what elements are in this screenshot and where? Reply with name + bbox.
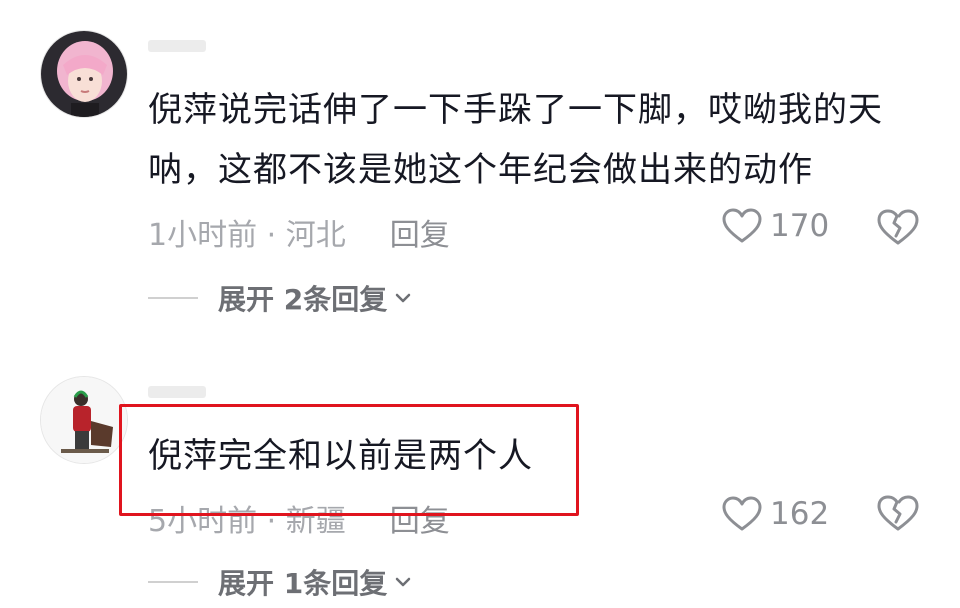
chevron-down-icon bbox=[395, 577, 411, 587]
reply-button[interactable]: 回复 bbox=[390, 504, 450, 539]
like-button[interactable]: 162 bbox=[722, 496, 829, 532]
broken-heart-icon bbox=[877, 209, 919, 245]
user-avatar-icon bbox=[41, 31, 127, 117]
avatar[interactable] bbox=[40, 376, 128, 464]
broken-heart-icon bbox=[877, 495, 919, 531]
heart-icon bbox=[722, 496, 762, 531]
expand-replies-button[interactable]: 展开 2条回复 bbox=[148, 278, 411, 318]
expand-replies-label: 展开 2条回复 bbox=[218, 283, 388, 316]
expand-replies-button[interactable]: 展开 1条回复 bbox=[148, 562, 411, 602]
divider bbox=[148, 581, 198, 583]
chevron-down-icon bbox=[395, 293, 411, 303]
comment-text: 倪萍完全和以前是两个人 bbox=[148, 436, 533, 476]
dislike-button[interactable] bbox=[876, 208, 920, 250]
like-button[interactable]: 170 bbox=[722, 208, 829, 244]
comment-text: 倪萍说完话伸了一下手跺了一下脚，哎呦我的天呐，这都不该是她这个年纪会做出来的动作 bbox=[148, 90, 883, 190]
username-blurred[interactable] bbox=[148, 386, 206, 398]
like-count: 170 bbox=[770, 208, 830, 244]
comment-time-location: 1小时前 · 河北 bbox=[148, 218, 346, 253]
user-avatar-icon bbox=[41, 377, 127, 463]
dislike-button[interactable] bbox=[876, 494, 920, 536]
avatar[interactable] bbox=[40, 30, 128, 118]
comment-meta: 1小时前 · 河北 回复 bbox=[148, 210, 450, 254]
expand-replies-label: 展开 1条回复 bbox=[218, 567, 388, 600]
divider bbox=[148, 297, 198, 299]
like-count: 162 bbox=[770, 496, 830, 532]
reply-button[interactable]: 回复 bbox=[390, 218, 450, 253]
username-blurred[interactable] bbox=[148, 40, 206, 52]
comment-time-location: 5小时前 · 新疆 bbox=[148, 504, 346, 539]
comment-meta: 5小时前 · 新疆 回复 bbox=[148, 496, 450, 540]
heart-icon bbox=[722, 208, 762, 243]
